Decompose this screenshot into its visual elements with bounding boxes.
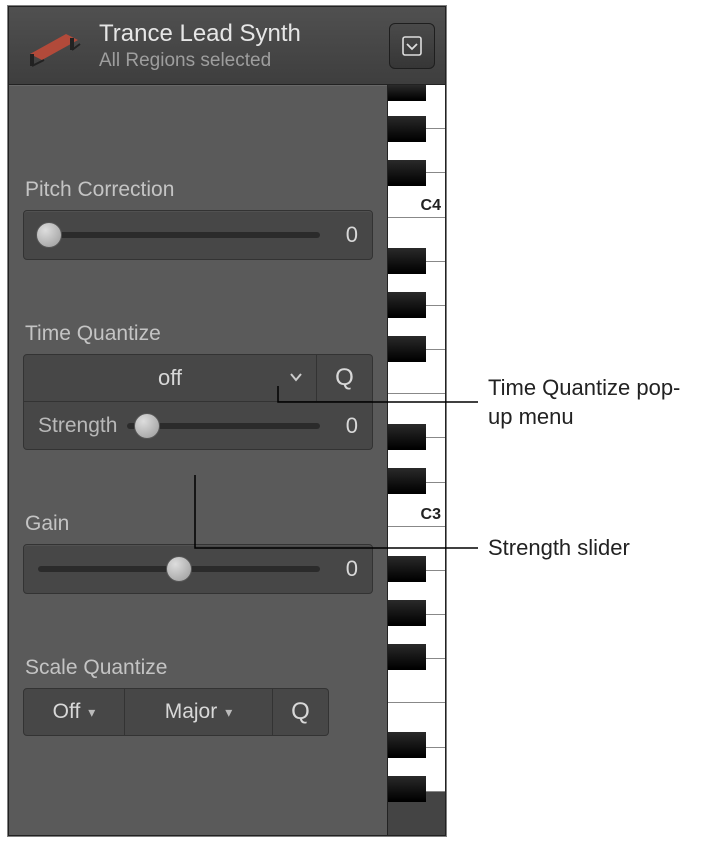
track-title: Trance Lead Synth (99, 20, 389, 48)
piano-keyboard[interactable]: C4 C3 (387, 85, 445, 835)
pitch-correction-value: 0 (334, 222, 358, 248)
gain-label: Gain (25, 512, 373, 536)
view-menu-button[interactable] (389, 23, 435, 69)
scale-root-popup[interactable]: Off ▾ (23, 688, 125, 736)
quantize-button[interactable]: Q (317, 354, 373, 402)
gain-value: 0 (334, 556, 358, 582)
scale-quantize-label: Scale Quantize (25, 656, 373, 680)
gain-slider[interactable]: 0 (23, 544, 373, 594)
scale-type-value: Major (165, 700, 218, 724)
scale-quantize-button[interactable]: Q (273, 688, 329, 736)
region-controls: Pitch Correction 0 Time Quantize off Q (9, 85, 387, 835)
callout-strength-slider: Strength slider (488, 534, 630, 563)
scale-root-value: Off (53, 700, 81, 724)
key-label-c3: C3 (421, 506, 441, 524)
chevron-down-icon: ▾ (225, 704, 232, 721)
scale-type-popup[interactable]: Major ▾ (125, 688, 273, 736)
pitch-correction-slider[interactable]: 0 (23, 210, 373, 260)
time-quantize-label: Time Quantize (25, 322, 373, 346)
pitch-correction-label: Pitch Correction (25, 178, 373, 202)
strength-value: 0 (334, 413, 358, 439)
time-quantize-popup[interactable]: off (23, 354, 317, 402)
strength-label: Strength (38, 414, 117, 438)
editor-panel: Trance Lead Synth All Regions selected P… (8, 6, 446, 836)
selection-subtitle: All Regions selected (99, 50, 389, 72)
header: Trance Lead Synth All Regions selected (9, 7, 445, 85)
instrument-icon (19, 18, 89, 74)
key-label-c4: C4 (421, 197, 441, 215)
time-quantize-value: off (158, 365, 182, 391)
chevron-down-icon (288, 365, 304, 391)
strength-slider[interactable] (127, 423, 320, 429)
callout-time-quantize: Time Quantize pop-up menu (488, 374, 688, 431)
dropdown-icon (401, 35, 423, 57)
chevron-down-icon: ▾ (88, 704, 95, 721)
